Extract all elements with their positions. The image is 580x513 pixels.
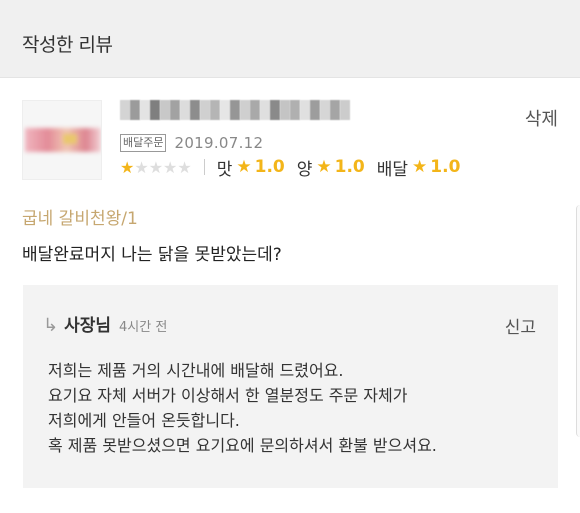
reply-line: 혹 제품 못받으셨으면 요기요에 문의하셔서 환불 받으셔요. bbox=[48, 436, 437, 455]
page-header: 작성한 리뷰 bbox=[0, 0, 580, 78]
delete-button[interactable]: 삭제 bbox=[525, 105, 558, 131]
owner-reply: ↳ 사장님 4시간 전 신고 저희는 제품 거의 시간내에 배달해 드렸어요. … bbox=[23, 285, 558, 488]
rating-value: 1.0 bbox=[430, 157, 461, 177]
rating-quantity: 양 ★ 1.0 bbox=[297, 155, 365, 180]
rating-delivery: 배달 ★ 1.0 bbox=[377, 155, 461, 180]
rating-label: 배달 bbox=[376, 159, 409, 180]
reply-header: ↳ 사장님 4시간 전 bbox=[43, 311, 167, 336]
star-icon: ★ bbox=[134, 157, 149, 177]
review-text: 배달완료머지 나는 닭을 못받았는데? bbox=[22, 245, 282, 265]
reply-line: 저희는 제품 거의 시간내에 배달해 드렸어요. bbox=[48, 361, 344, 380]
screen-edge bbox=[576, 205, 580, 437]
star-icon: ★ bbox=[412, 157, 428, 177]
rating-value: 1.0 bbox=[334, 157, 365, 177]
star-icon: ★ bbox=[120, 157, 135, 177]
report-button[interactable]: 신고 bbox=[505, 313, 536, 338]
overall-stars: ★ ★ ★ ★ ★ bbox=[120, 158, 192, 177]
review-date: 2019.07.12 bbox=[174, 134, 264, 152]
reply-time: 4시간 전 bbox=[119, 320, 168, 335]
rating-label: 맛 bbox=[216, 159, 233, 180]
rating-value: 1.0 bbox=[254, 157, 285, 177]
star-icon: ★ bbox=[236, 157, 252, 177]
ordered-menu: 굽네 갈비천왕/1 bbox=[22, 209, 138, 229]
star-icon: ★ bbox=[148, 157, 164, 177]
profile-thumbnail bbox=[22, 100, 102, 180]
page-title: 작성한 리뷰 bbox=[22, 34, 113, 56]
rating-divider bbox=[203, 159, 205, 175]
rating-row: ★ ★ ★ ★ ★ 맛 ★ 1.0 양 ★ 1.0 배달 ★ 1.0 bbox=[120, 155, 472, 180]
owner-label: 사장님 bbox=[64, 316, 112, 336]
reply-body: 저희는 제품 거의 시간내에 배달해 드렸어요. 요기요 자체 서버가 이상해서… bbox=[48, 358, 548, 458]
star-icon: ★ bbox=[177, 157, 192, 177]
reply-line: 저희에게 안들어 온듯합니다. bbox=[48, 411, 240, 430]
star-icon: ★ bbox=[163, 157, 178, 177]
order-type-badge: 배달주문 bbox=[120, 134, 167, 152]
reply-line: 요기요 자체 서버가 이상해서 한 열분정도 주문 자체가 bbox=[48, 386, 408, 405]
review-meta: 배달주문 2019.07.12 bbox=[120, 133, 263, 153]
star-icon: ★ bbox=[316, 157, 332, 177]
reply-arrow-icon: ↳ bbox=[43, 315, 59, 336]
rating-taste: 맛 ★ 1.0 bbox=[217, 155, 285, 180]
rating-label: 양 bbox=[296, 159, 313, 180]
blurred-username bbox=[120, 100, 350, 122]
